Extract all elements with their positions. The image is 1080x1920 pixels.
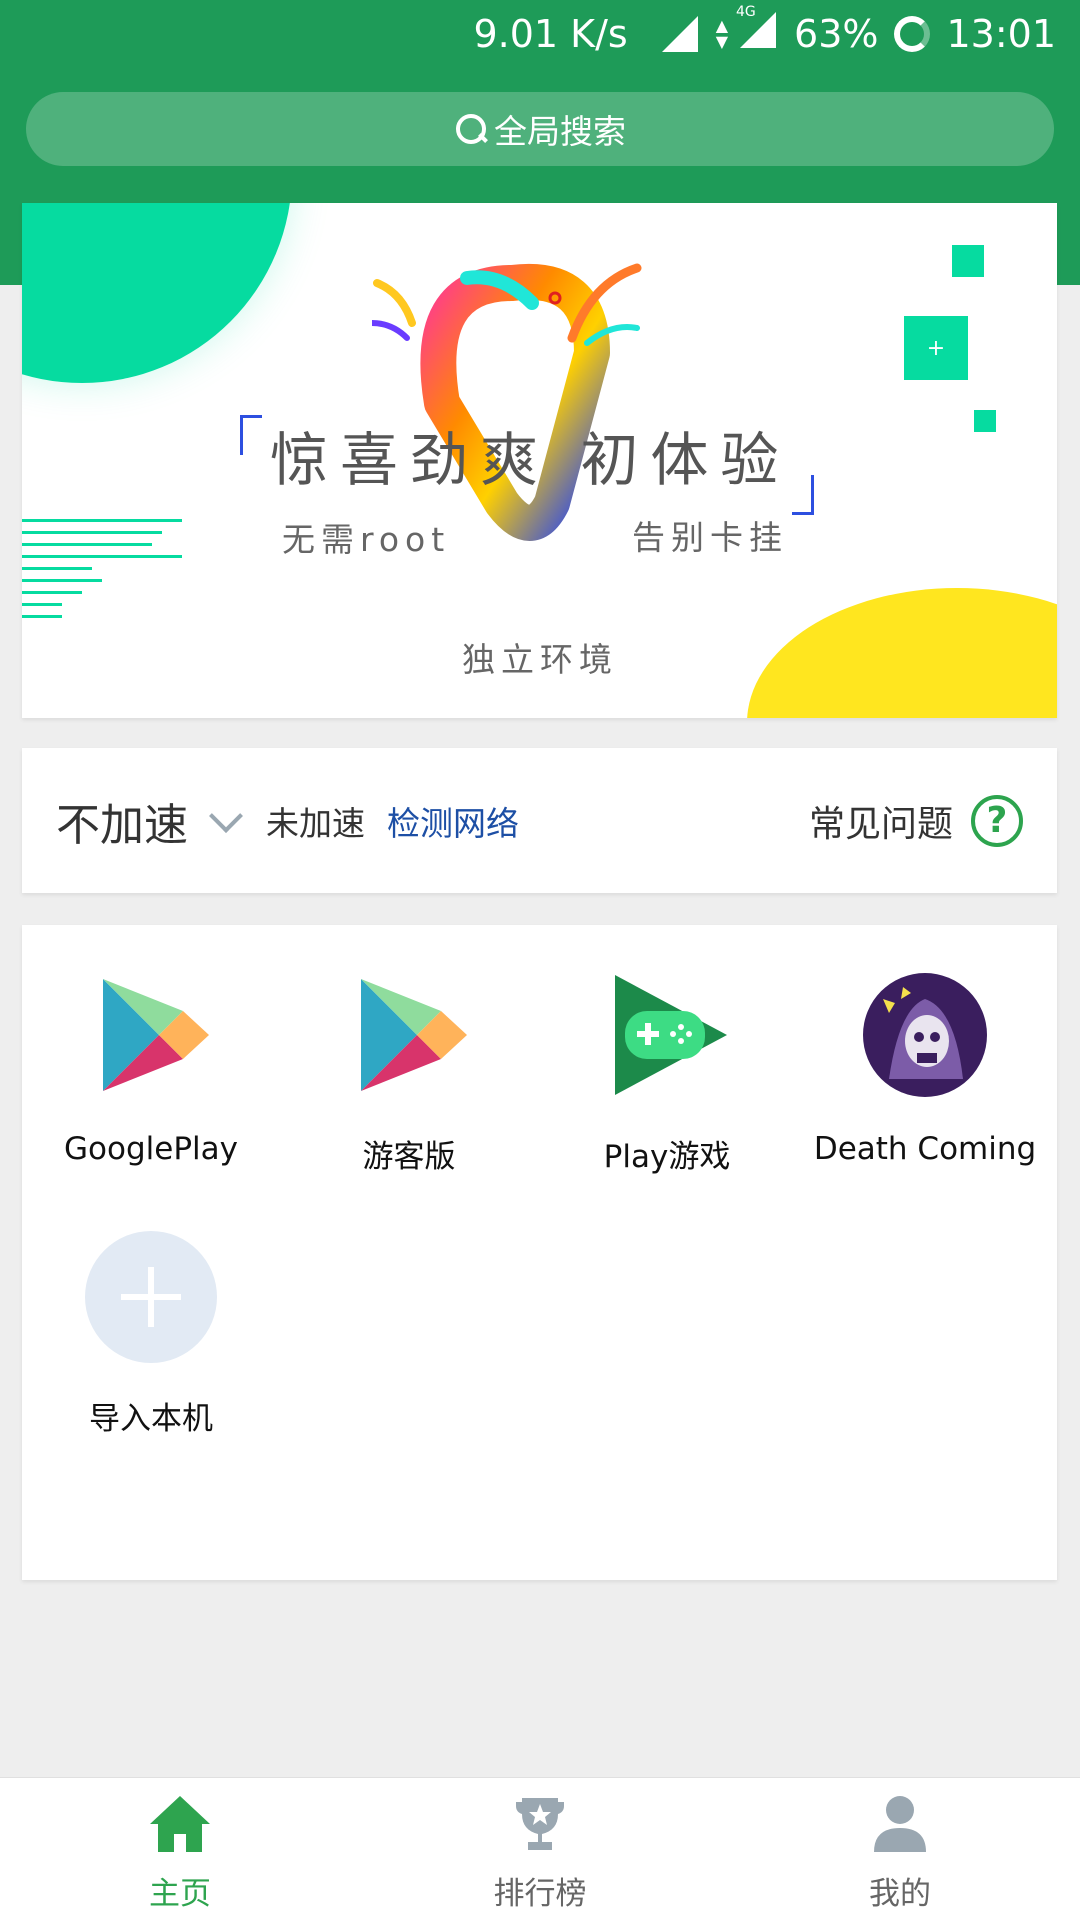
promo-banner[interactable]: + 惊喜劲爽 初体验 无需root 告别卡挂 独立环境 (22, 203, 1057, 718)
detect-network-link[interactable]: 检测网络 (387, 797, 519, 845)
wifi-signal-icon (661, 16, 698, 52)
banner-lines-decoration (22, 519, 182, 627)
banner-bracket-left (240, 415, 262, 455)
chevron-down-icon[interactable] (209, 798, 243, 833)
banner-title: 惊喜劲爽 初体验 (270, 426, 791, 494)
status-bar: 9.01 K/s ▲ ▼ 4G 63% 13:01 (0, 0, 1080, 68)
acceleration-card: 不加速 未加速 检测网络 常见问题 ? (22, 748, 1057, 893)
faq-link[interactable]: 常见问题 (809, 795, 953, 847)
help-circle-icon[interactable]: ? (971, 794, 1023, 847)
app-googleplay[interactable]: GooglePlay (22, 969, 280, 1167)
banner-plus-square: + (904, 316, 968, 380)
network-type: 4G (736, 3, 756, 20)
banner-bracket-right (792, 475, 814, 515)
person-icon (874, 1796, 926, 1852)
nav-label: 主页 (149, 1876, 211, 1912)
play-games-icon (615, 975, 727, 1095)
nav-item-profile[interactable]: 我的 (720, 1778, 1080, 1920)
nav-item-home[interactable]: 主页 (0, 1778, 360, 1920)
search-icon (454, 112, 488, 146)
data-arrows-icon: ▲ ▼ (715, 16, 729, 51)
banner-square-decoration (974, 410, 996, 432)
add-icon (85, 1231, 217, 1363)
google-play-icon (361, 979, 467, 1091)
search-label: 全局搜索 (494, 112, 626, 151)
app-guest[interactable]: 游客版 (280, 969, 538, 1176)
mobile-signal: 4G (736, 4, 778, 59)
app-play-games[interactable]: Play游戏 (538, 969, 796, 1176)
home-icon (150, 1796, 210, 1852)
banner-square-decoration (952, 245, 984, 277)
bottom-nav: 主页 排行榜 我的 (0, 1777, 1080, 1920)
net-speed: 9.01 K/s (473, 12, 628, 56)
banner-subtitle-left: 无需root (282, 520, 451, 559)
app-label: Death Coming (813, 1131, 1037, 1167)
battery-ring-icon (894, 16, 931, 52)
clock: 13:01 (946, 12, 1056, 56)
app-label: 导入本机 (89, 1401, 213, 1437)
banner-subtitle-bottom: 独立环境 (462, 640, 618, 679)
battery-percent: 63% (794, 12, 879, 56)
nav-item-ranking[interactable]: 排行榜 (360, 1778, 720, 1920)
nav-label: 排行榜 (493, 1876, 587, 1912)
app-death-coming[interactable]: Death Coming (796, 969, 1054, 1167)
import-app-button[interactable]: 导入本机 (22, 1231, 280, 1438)
app-label: Play游戏 (603, 1139, 731, 1175)
death-coming-icon (863, 973, 987, 1097)
global-search-bar[interactable]: 全局搜索 (26, 92, 1054, 166)
accel-status: 未加速 (266, 803, 365, 843)
accel-mode-select[interactable]: 不加速 (56, 789, 188, 853)
banner-subtitle-right: 告别卡挂 (632, 518, 788, 557)
banner-yellow-decoration (747, 588, 1057, 718)
nav-label: 我的 (869, 1876, 931, 1912)
apps-grid: GooglePlay 游客版 Play游戏 Death Coming 导入本机 (22, 925, 1057, 1580)
trophy-icon (516, 1798, 564, 1850)
app-label: GooglePlay (64, 1131, 238, 1167)
banner-circle-decoration (22, 203, 292, 383)
app-label: 游客版 (362, 1139, 456, 1175)
google-play-icon (103, 979, 209, 1091)
